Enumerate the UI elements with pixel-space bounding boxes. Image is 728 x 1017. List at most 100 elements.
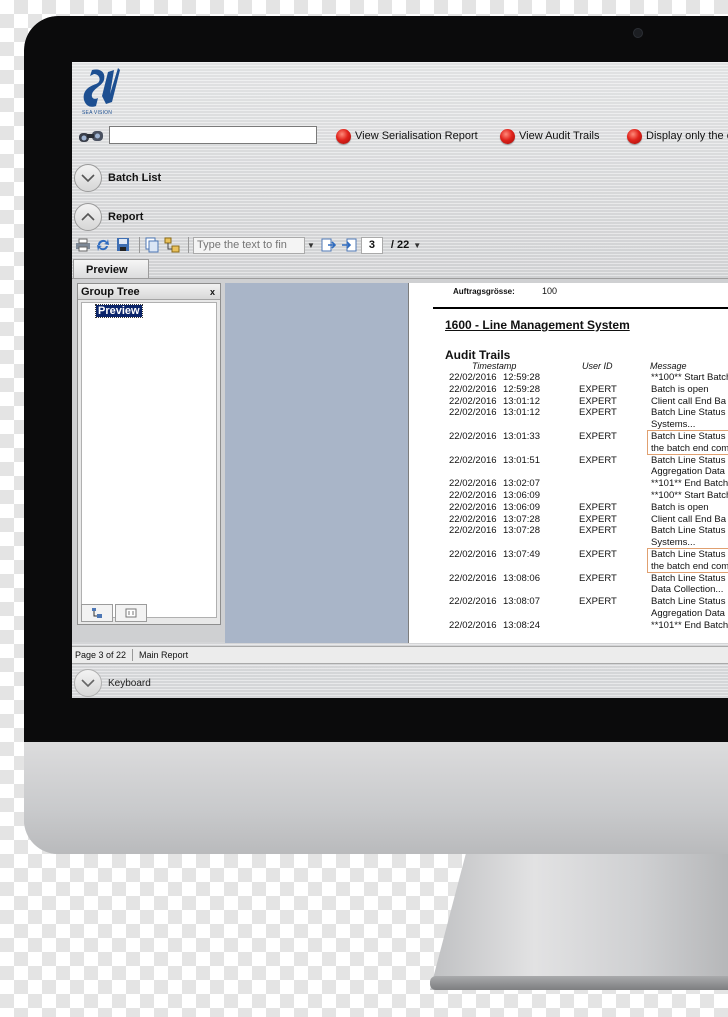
status-separator <box>132 649 134 661</box>
table-row: 22/02/2016 12:59:28 EXPERT Batch is open <box>409 384 728 395</box>
expand-keyboard-button[interactable] <box>74 669 102 697</box>
message-cell-continued: Data Collection... <box>651 584 724 596</box>
message-cell: Batch is open <box>651 501 709 513</box>
view-audit-trails-button[interactable]: View Audit Trails <box>500 127 600 145</box>
red-bullet-icon <box>336 128 351 144</box>
timestamp-date: 22/02/2016 <box>449 619 497 631</box>
view-serialisation-report-label: View Serialisation Report <box>355 130 478 142</box>
message-cell-continued: the batch end com <box>651 442 728 454</box>
message-cell-continued: the batch end com <box>651 560 728 572</box>
monitor-stand-base <box>430 976 728 990</box>
user-id-cell: EXPERT <box>579 407 617 419</box>
message-cell: Batch Line Status <box>651 525 726 537</box>
table-row: 22/02/2016 13:01:12 EXPERT Client call End … <box>409 396 728 407</box>
toolbar-separator <box>188 237 189 253</box>
timestamp-date: 22/02/2016 <box>449 431 497 442</box>
group-tree-panel: Group Tree x Preview <box>77 283 221 625</box>
red-bullet-icon <box>627 128 642 144</box>
message-cell: Batch Line Status <box>651 549 726 560</box>
tree-node-preview[interactable]: Preview <box>95 304 143 318</box>
timestamp-date: 22/02/2016 <box>449 383 497 395</box>
table-row: 22/02/2016 13:08:24 **101** End Batch <box>409 620 728 631</box>
timestamp-date: 22/02/2016 <box>449 513 497 525</box>
go-to-page-icon[interactable] <box>341 237 357 253</box>
webcam <box>633 28 643 38</box>
view-serialisation-report-button[interactable]: View Serialisation Report <box>336 127 478 145</box>
table-row: 22/02/2016 13:08:07 EXPERT Batch Line Statu… <box>409 596 728 619</box>
page-background <box>225 283 408 643</box>
timestamp-time: 13:01:51 <box>503 454 540 466</box>
table-row: 22/02/2016 13:01:12 EXPERT Batch Line Statu… <box>409 407 728 430</box>
message-cell-continued: Systems... <box>651 419 696 431</box>
message-cell: Client call End Ba <box>651 513 726 525</box>
message-cell: Batch Line Status <box>651 596 726 608</box>
expand-batch-list-button[interactable] <box>74 164 102 192</box>
message-cell: **101** End Batch <box>651 619 728 631</box>
report-label: Report <box>108 211 144 223</box>
timestamp-time: 13:07:49 <box>503 549 540 560</box>
timestamp-time: 12:59:28 <box>503 383 540 395</box>
table-row: 22/02/2016 13:02:07 **101** End Batch <box>409 478 728 489</box>
chevron-down-icon <box>81 174 95 183</box>
table-row: 22/02/2016 13:06:09 EXPERT Batch is open <box>409 502 728 513</box>
red-bullet-icon <box>500 128 515 144</box>
timestamp-date: 22/02/2016 <box>449 372 497 383</box>
batch-list-section[interactable]: Batch List <box>74 163 161 193</box>
refresh-icon[interactable] <box>95 237 111 253</box>
user-id-cell: EXPERT <box>579 549 617 560</box>
message-cell: Batch Line Status <box>651 454 726 466</box>
display-only-button[interactable]: Display only the o <box>627 127 728 145</box>
keyboard-section[interactable]: Keyboard <box>74 668 151 698</box>
message-cell-continued: Aggregation Data <box>651 466 725 478</box>
tab-preview[interactable]: Preview <box>73 259 149 279</box>
monitor-chin <box>24 742 728 854</box>
find-text-input[interactable] <box>193 236 305 254</box>
print-icon[interactable] <box>75 237 91 253</box>
app-window: SEA VISION View Serialisation Report Vie… <box>72 62 728 698</box>
display-only-label: Display only the o <box>646 130 728 142</box>
table-row: 22/02/2016 13:07:28 EXPERT Batch Line Statu… <box>409 525 728 548</box>
report-name: Main Report <box>139 650 189 660</box>
copy-icon[interactable] <box>144 237 160 253</box>
user-id-cell: EXPERT <box>579 431 617 442</box>
page-dropdown-icon[interactable]: ▼ <box>413 241 421 250</box>
chevron-down-icon <box>81 679 95 688</box>
order-size-value: 100 <box>542 286 558 296</box>
find-next-icon[interactable] <box>321 237 337 253</box>
timestamp-time: 12:59:28 <box>503 372 540 383</box>
timestamp-time: 13:01:12 <box>503 395 540 407</box>
collapse-report-button[interactable] <box>74 203 102 231</box>
close-icon[interactable]: x <box>210 287 215 297</box>
group-tree-tab[interactable] <box>81 604 113 622</box>
parameters-tab[interactable] <box>115 604 147 622</box>
column-header-timestamp: Timestamp <box>472 361 517 371</box>
message-cell: **100** Start Batch <box>651 490 728 501</box>
export-icon[interactable] <box>115 237 131 253</box>
table-row: 22/02/2016 13:06:09 **100** Start Batch <box>409 490 728 501</box>
search-input[interactable] <box>109 126 317 144</box>
timestamp-time: 13:08:07 <box>503 596 540 608</box>
binoculars-icon[interactable] <box>78 128 104 144</box>
parameters-icon <box>125 608 137 618</box>
table-row: 22/02/2016 13:01:33 EXPERT Batch Line Statu… <box>409 431 728 454</box>
view-audit-trails-label: View Audit Trails <box>519 130 600 142</box>
current-page-field[interactable]: 3 <box>360 236 383 254</box>
report-page: Auftragsgrösse: 100 1600 - Line Manageme… <box>408 283 728 643</box>
report-section[interactable]: Report <box>74 202 143 232</box>
status-bar: Page 3 of 22 Main Report <box>72 646 728 664</box>
user-id-cell: EXPERT <box>579 383 617 395</box>
page-info: Page 3 of 22 <box>75 650 127 660</box>
timestamp-time: 13:08:24 <box>503 619 540 631</box>
find-dropdown-icon[interactable]: ▼ <box>307 241 315 250</box>
timestamp-time: 13:07:28 <box>503 525 540 537</box>
timestamp-date: 22/02/2016 <box>449 549 497 560</box>
timestamp-time: 13:08:06 <box>503 572 540 584</box>
report-title: 1600 - Line Management System <box>445 318 630 332</box>
group-tree-toggle-icon[interactable] <box>164 237 180 253</box>
user-id-cell: EXPERT <box>579 513 617 525</box>
timestamp-date: 22/02/2016 <box>449 395 497 407</box>
timestamp-time: 13:01:33 <box>503 431 540 442</box>
message-cell: Batch Line Status <box>651 572 726 584</box>
table-row: 22/02/2016 13:07:28 EXPERT Client call End … <box>409 514 728 525</box>
tree-icon <box>92 608 102 618</box>
